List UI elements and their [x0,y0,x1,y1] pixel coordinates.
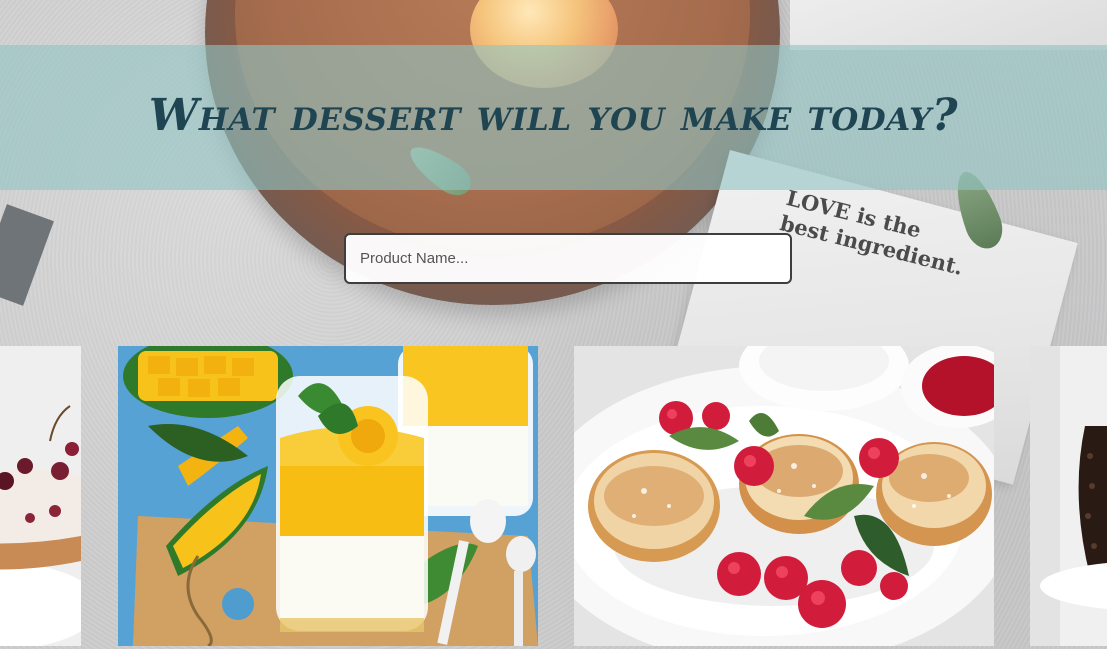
background-napkin-top [790,0,1107,50]
cherry-tart-image [0,346,81,646]
product-search-input[interactable] [344,233,792,284]
dessert-carousel [0,346,1107,649]
title-banner: What dessert will you make today? [0,45,1107,190]
chocolate-cake-image [1030,346,1107,646]
dessert-card-mango-panna-cotta[interactable] [118,346,538,646]
syrniki-image [574,346,994,646]
background-cloth [0,204,54,306]
search-box [344,233,792,284]
dessert-card-syrniki[interactable] [574,346,994,646]
mango-panna-cotta-image [118,346,538,646]
dessert-card-cherry-tart[interactable] [0,346,81,646]
page-title: What dessert will you make today? [148,89,959,141]
dessert-card-chocolate-cake[interactable] [1030,346,1107,646]
page: LOVE is the best ingredient. What desser… [0,0,1107,649]
